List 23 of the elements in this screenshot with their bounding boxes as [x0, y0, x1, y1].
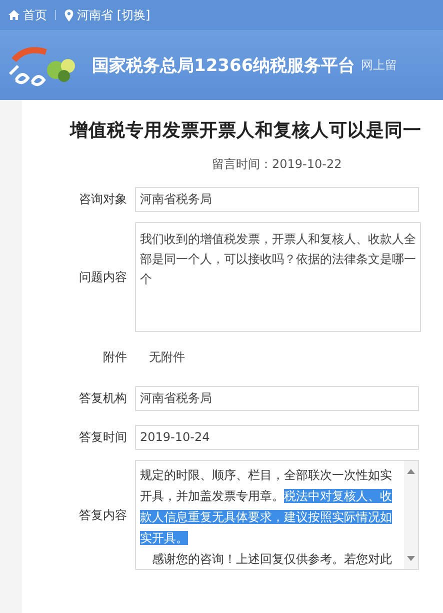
- field-label: 咨询对象: [78, 191, 128, 208]
- field-label: 答复内容: [78, 506, 128, 524]
- location-pin-icon: [64, 8, 74, 22]
- home-icon: [8, 9, 20, 21]
- reply-paragraph: 感谢您的咨询！上述回复仅供参考。若您对此: [151, 551, 393, 568]
- text-field[interactable]: 2019-10-24: [135, 425, 419, 450]
- platform-subtitle: 网上留: [361, 56, 398, 74]
- scroll-down-icon[interactable]: [407, 556, 415, 561]
- message-time: 留言时间：2019-10-22: [212, 156, 343, 173]
- text-field[interactable]: 河南省税务局: [135, 187, 419, 212]
- reply-paragraph: 规定的时限、顺序、栏目，全部联次一次性如实开具，并加盖发票专用章。税法中对复核人、收款人信息重复无具体要求，建议按照实际情况如实开具。: [140, 467, 393, 547]
- scroll-bar[interactable]: [404, 461, 418, 569]
- field-label: 问题内容: [78, 268, 128, 286]
- field-label: 答复时间: [78, 429, 128, 446]
- reply-text-area[interactable]: 规定的时限、顺序、栏目，全部联次一次性如实开具，并加盖发票专用章。税法中对复核人、收款人信息重复无具体要求，建议按照实际情况如实开具。 感谢您的咨询！上述回复仅供参考。若您对此: [135, 460, 419, 570]
- platform-title: 国家税务总局12366纳税服务平台: [92, 54, 356, 76]
- field-value: 无附件: [148, 348, 185, 366]
- scroll-up-icon[interactable]: [407, 469, 415, 474]
- message-title: 增值税专用发票开票人和复核人可以是同一: [70, 119, 422, 142]
- text-area[interactable]: 我们收到的增值税发票，开票人和复核人、收款人全部是同一个人，可以接收吗？依据的法律条文是哪一个: [135, 222, 421, 332]
- field-label: 附件: [102, 348, 128, 366]
- text-field[interactable]: 河南省税务局: [135, 386, 419, 411]
- field-label: 答复机构: [78, 390, 128, 407]
